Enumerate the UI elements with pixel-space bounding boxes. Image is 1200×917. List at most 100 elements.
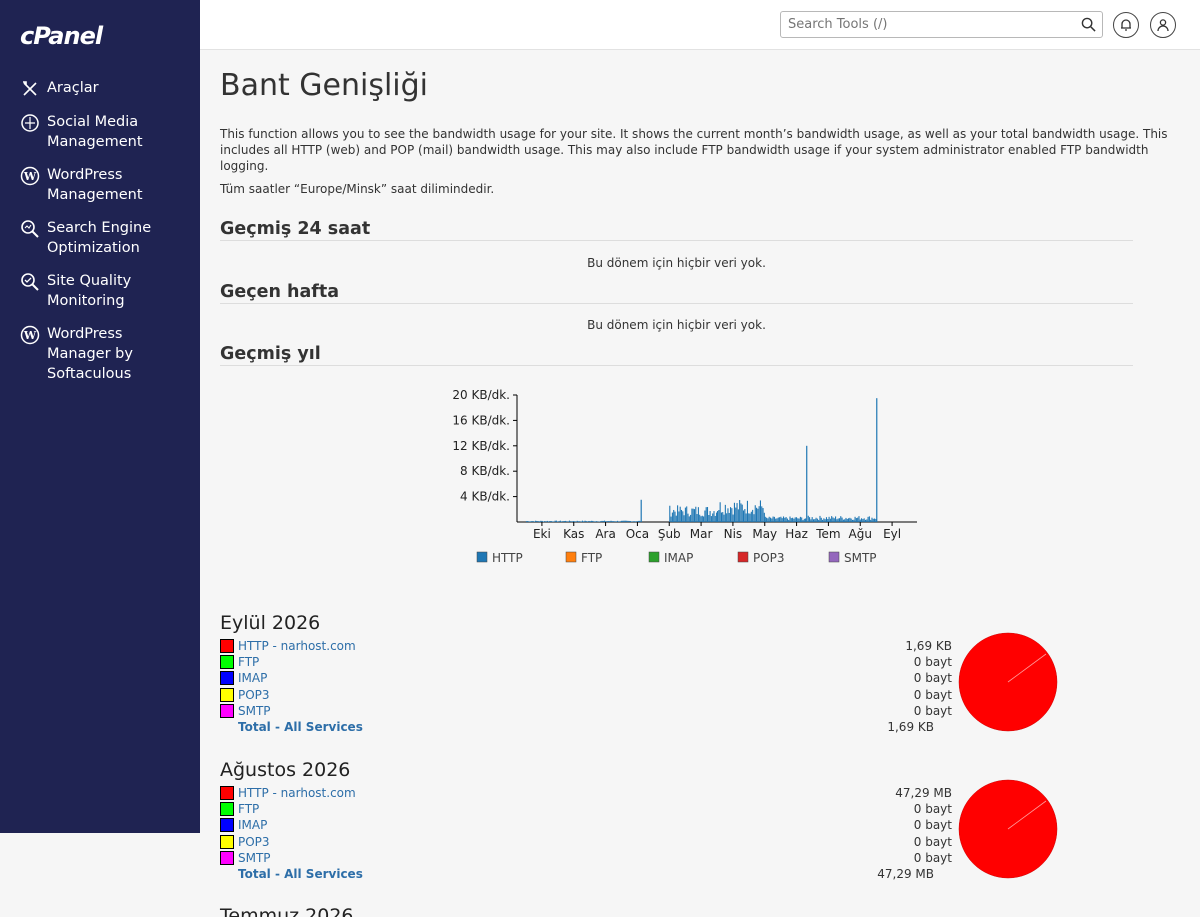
- y-tick-label: 16 KB/dk.: [452, 413, 510, 427]
- bandwidth-chart: 20 KB/dk. 16 KB/dk. 12 KB/dk. 8 KB/dk. 4 KB/…: [452, 388, 917, 565]
- chart-bar-http: [728, 512, 730, 522]
- chart-bar-http: [829, 518, 831, 522]
- chart-bar-http: [687, 513, 689, 522]
- usage-link-imap[interactable]: IMAP: [238, 671, 538, 685]
- chart-bar-http: [732, 514, 734, 522]
- chart-bar-http: [811, 517, 813, 522]
- sidebar-item-tools[interactable]: Araçlar: [0, 78, 200, 99]
- legend-label-imap: IMAP: [664, 551, 693, 565]
- usage-row-total: Total - All Services 47,29 MB: [220, 866, 1080, 882]
- chart-bar-http: [786, 518, 788, 522]
- chart-bar-http: [759, 500, 761, 522]
- chart-bar-http: [532, 521, 534, 522]
- chart-bar-http: [775, 518, 777, 522]
- timezone-note: Tüm saatler “Europe/Minsk” saat dilimind…: [220, 182, 495, 196]
- usage-link-http[interactable]: HTTP - narhost.com: [238, 639, 538, 653]
- x-tick-label: Ağu: [849, 527, 872, 541]
- tools-icon: [23, 81, 37, 96]
- chart-bar-http: [674, 511, 676, 522]
- usage-link-smtp[interactable]: SMTP: [238, 851, 538, 865]
- usage-link-smtp[interactable]: SMTP: [238, 704, 538, 718]
- chart-bar-http: [820, 517, 822, 522]
- chart-bar-http: [706, 507, 709, 522]
- usage-link-ftp[interactable]: FTP: [238, 802, 538, 816]
- usage-link-ftp[interactable]: FTP: [238, 655, 538, 669]
- chart-bar-http: [753, 514, 755, 522]
- chart-bar-http: [576, 520, 578, 522]
- x-tick-label: Ara: [595, 527, 616, 541]
- color-swatch: [220, 850, 234, 865]
- chart-bar-http: [720, 512, 722, 522]
- sidebar-item-softaculous[interactable]: W WordPress Manager by Softaculous: [0, 324, 200, 384]
- usage-pie-chart: [958, 632, 1058, 732]
- month-block-july: Temmuz 2026: [220, 905, 1080, 917]
- chart-bar-http: [692, 508, 694, 522]
- chart-bar-http: [848, 518, 850, 522]
- search-icon[interactable]: [1081, 17, 1096, 32]
- usage-value: 0 bayt: [913, 850, 952, 865]
- chart-bar-http: [609, 521, 611, 522]
- chart-bar-http: [754, 505, 756, 522]
- chart-bar-http: [682, 511, 684, 522]
- chart-bar-http: [620, 520, 622, 522]
- chart-bar-http: [805, 518, 807, 522]
- search-input[interactable]: [781, 12, 1071, 37]
- chart-bar-http: [822, 519, 824, 522]
- chart-bar-http: [790, 518, 792, 522]
- chart-bar-http: [678, 511, 680, 522]
- legend-swatch-smtp: [828, 551, 840, 563]
- chart-bar-http: [537, 521, 539, 522]
- notifications-button[interactable]: [1113, 12, 1139, 38]
- sidebar-nav: Araçlar Social Media Management W WordPr…: [0, 78, 200, 397]
- y-tick-label: 20 KB/dk.: [452, 388, 510, 402]
- legend-label-ftp: FTP: [581, 551, 602, 565]
- usage-row-pop3: POP3 0 bayt: [220, 834, 1080, 850]
- chart-bar-http: [633, 521, 635, 522]
- chart-bar-http: [863, 518, 865, 522]
- chart-bar-http: [546, 520, 548, 522]
- chart-bar-http: [844, 519, 846, 522]
- chart-bar-http: [548, 521, 550, 522]
- chart-bar-http: [615, 521, 617, 522]
- sidebar-item-site-quality[interactable]: Site Quality Monitoring: [0, 271, 200, 311]
- chart-bar-http: [785, 517, 787, 522]
- usage-row-imap: IMAP 0 bayt: [220, 670, 1080, 686]
- sidebar-item-label: Search Engine Optimization: [47, 220, 152, 256]
- usage-link-imap[interactable]: IMAP: [238, 818, 538, 832]
- chart-bar-http: [701, 515, 703, 522]
- usage-value: 0 bayt: [913, 703, 952, 718]
- chart-bar-http: [854, 516, 856, 522]
- wordpress-icon: W: [20, 325, 40, 345]
- cpanel-logo[interactable]: cPanel: [20, 22, 103, 50]
- chart-bar-http: [812, 519, 815, 522]
- chart-bar-http: [679, 506, 681, 522]
- chart-bar-http: [696, 514, 698, 522]
- chart-bar-http: [607, 521, 609, 522]
- usage-link-pop3[interactable]: POP3: [238, 835, 538, 849]
- chart-bar-http: [723, 514, 725, 522]
- chart-bar-http: [718, 510, 720, 522]
- usage-link-pop3[interactable]: POP3: [238, 688, 538, 702]
- chart-bar-http: [627, 520, 629, 522]
- usage-link-total[interactable]: Total - All Services: [220, 867, 520, 881]
- chart-bar-http: [533, 521, 535, 522]
- chart-bar-http: [670, 516, 672, 522]
- user-menu-button[interactable]: [1150, 12, 1176, 38]
- chart-bar-http: [699, 514, 701, 522]
- chart-bar-http: [632, 521, 634, 522]
- chart-bar-http: [610, 520, 612, 522]
- sidebar-item-seo[interactable]: Search Engine Optimization: [0, 218, 200, 258]
- search-box[interactable]: [780, 11, 1103, 38]
- usage-link-http[interactable]: HTTP - narhost.com: [238, 786, 538, 800]
- chart-bar-http: [626, 520, 628, 522]
- sidebar-item-social-media[interactable]: Social Media Management: [0, 112, 200, 152]
- chart-bar-http: [828, 516, 830, 522]
- usage-link-total[interactable]: Total - All Services: [220, 720, 520, 734]
- month-block-september: Eylül 2026 HTTP - narhost.com 1,69 KB FT…: [220, 612, 1080, 735]
- chart-bar-http: [624, 520, 626, 522]
- x-tick-label: Eki: [533, 527, 551, 541]
- sidebar-item-wordpress[interactable]: W WordPress Management: [0, 165, 200, 205]
- chart-bar-http: [703, 516, 705, 522]
- y-tick-label: 8 KB/dk.: [460, 464, 510, 478]
- chart-bar-http: [851, 519, 854, 522]
